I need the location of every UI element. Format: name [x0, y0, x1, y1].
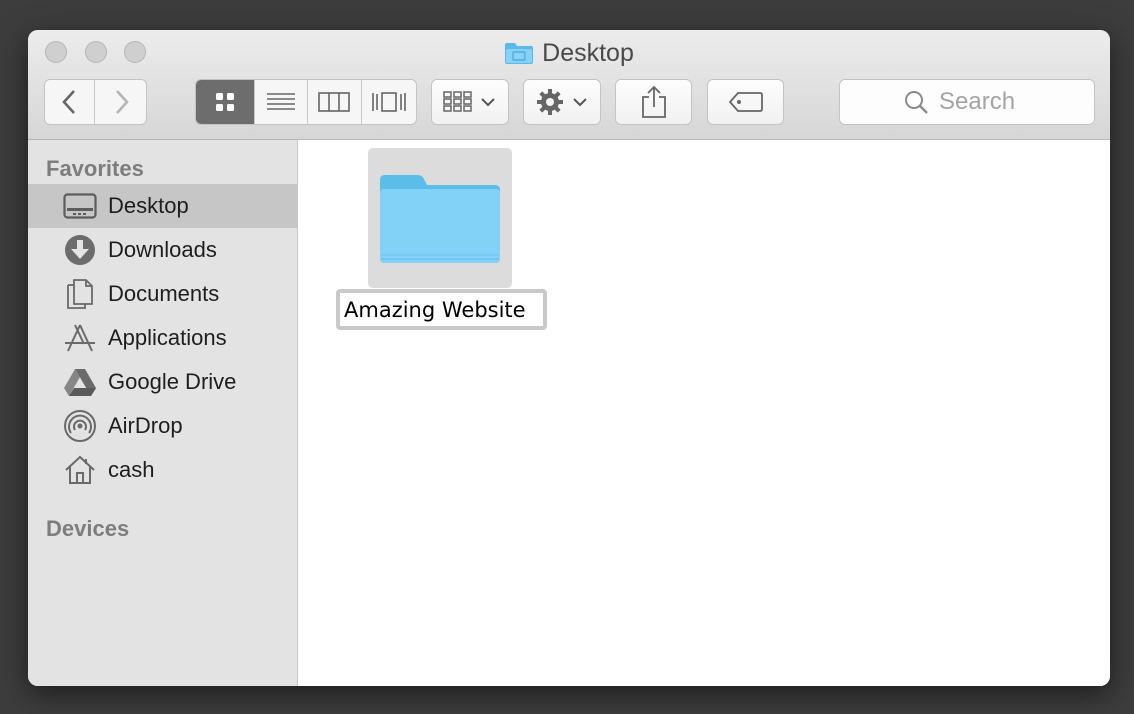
sidebar-item-label: Applications	[108, 325, 227, 350]
sidebar: Favorites Desktop Downloads Documents Ap…	[28, 140, 298, 686]
chevron-down-icon	[481, 98, 495, 107]
view-switcher	[195, 79, 417, 125]
content-area	[298, 140, 1110, 686]
rename-field[interactable]	[336, 289, 547, 330]
downloads-icon	[62, 232, 98, 268]
search-field[interactable]	[839, 79, 1095, 125]
sidebar-item-applications[interactable]: Applications	[28, 316, 298, 360]
sidebar-item-airdrop[interactable]: AirDrop	[28, 404, 298, 448]
window-title-text: Desktop	[542, 39, 634, 67]
forward-button[interactable]	[95, 80, 146, 124]
sidebar-item-label: Desktop	[108, 193, 189, 218]
folder-icon	[504, 41, 534, 72]
folder-icon	[380, 175, 500, 263]
google-drive-icon	[62, 364, 98, 400]
share-button[interactable]	[615, 79, 692, 125]
titlebar: Desktop	[28, 30, 1110, 140]
airdrop-icon	[62, 408, 98, 444]
sidebar-item-desktop[interactable]: Desktop	[28, 184, 298, 228]
cover-flow-icon	[371, 92, 406, 112]
sidebar-item-label: Documents	[108, 281, 220, 306]
nav-buttons	[44, 79, 147, 125]
folder-item[interactable]	[368, 148, 512, 288]
arrange-grid-icon	[443, 91, 472, 112]
sidebar-item-label: Downloads	[108, 237, 217, 262]
list-icon	[267, 93, 296, 110]
window-title: Desktop	[28, 38, 1110, 72]
sidebar-item-cash[interactable]: cash	[28, 448, 298, 492]
devices-heading: Devices	[46, 516, 130, 541]
sidebar-item-label: cash	[108, 457, 155, 482]
tag-icon	[728, 92, 763, 112]
home-icon	[62, 452, 98, 488]
chevron-right-icon	[115, 90, 129, 114]
search-icon	[905, 91, 928, 114]
applications-icon	[62, 320, 98, 356]
documents-icon	[62, 276, 98, 312]
sidebar-item-documents[interactable]: Documents	[28, 272, 298, 316]
sidebar-item-google-drive[interactable]: Google Drive	[28, 360, 298, 404]
icon-view-button[interactable]	[196, 80, 256, 124]
action-button[interactable]	[523, 79, 601, 125]
back-button[interactable]	[45, 80, 96, 124]
chevron-left-icon	[61, 90, 75, 114]
share-icon	[641, 85, 666, 118]
sidebar-item-downloads[interactable]: Downloads	[28, 228, 298, 272]
arrange-button[interactable]	[431, 79, 509, 125]
sidebar-item-label: AirDrop	[108, 413, 183, 438]
desktop-icon	[62, 188, 98, 224]
folder-name-input[interactable]	[340, 293, 543, 326]
chevron-down-icon	[573, 98, 587, 107]
list-view-button[interactable]	[255, 80, 308, 124]
finder-window: Desktop Search Favorites Desktop Downloa…	[28, 30, 1110, 686]
favorites-heading: Favorites	[46, 156, 144, 181]
column-view-button[interactable]	[308, 80, 362, 124]
sidebar-item-label: Google Drive	[108, 369, 237, 394]
columns-icon	[318, 92, 351, 112]
grid-icon	[216, 93, 235, 111]
gear-icon	[537, 89, 563, 115]
cover-flow-view-button[interactable]	[362, 80, 416, 124]
search-input[interactable]	[937, 87, 1031, 117]
tags-button[interactable]	[707, 79, 784, 125]
